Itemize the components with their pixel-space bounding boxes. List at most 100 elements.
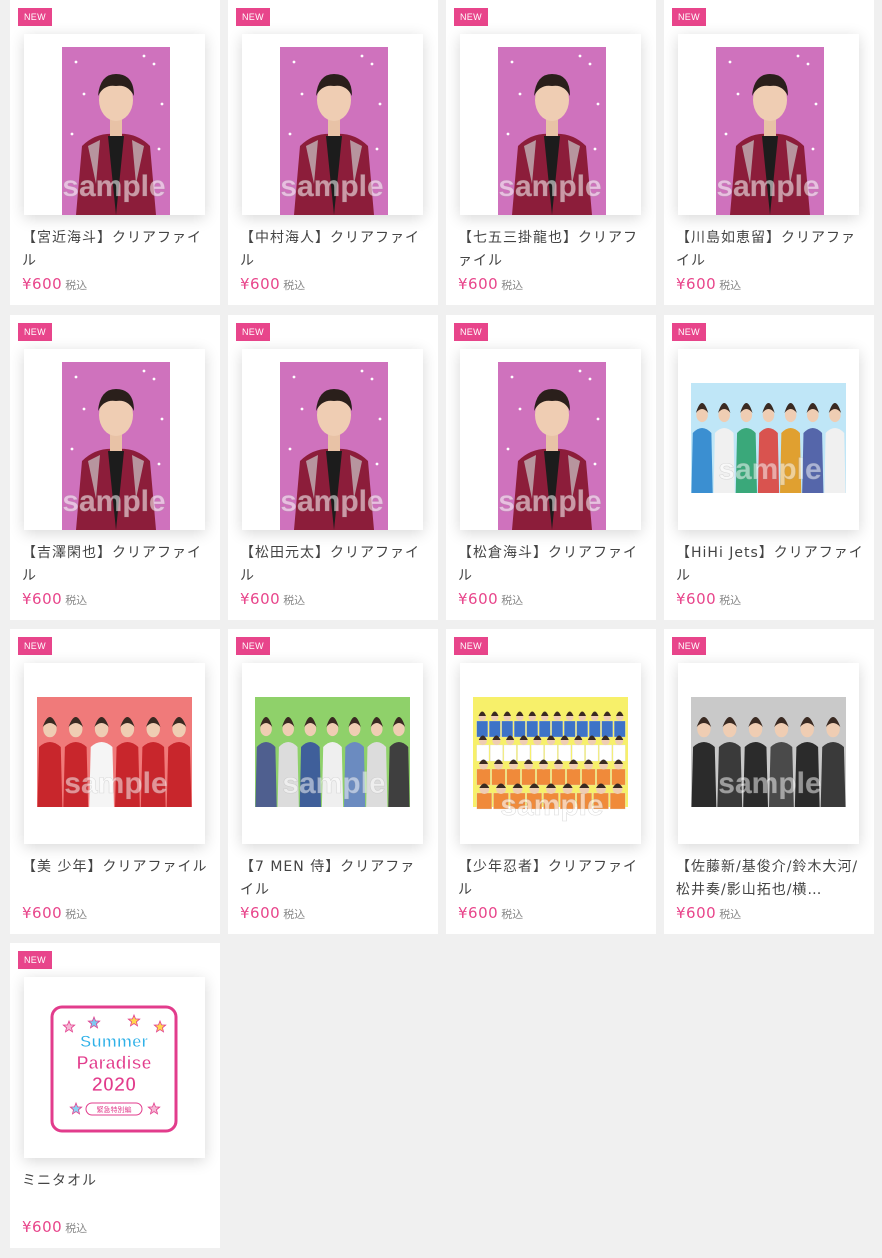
product-image[interactable]: sample	[24, 349, 205, 530]
new-badge: NEW	[454, 637, 488, 655]
product-image[interactable]: sample	[678, 663, 859, 844]
product-image[interactable]: sample	[460, 34, 641, 215]
product-image[interactable]: sample	[678, 349, 859, 530]
svg-text:2020: 2020	[92, 1074, 137, 1096]
product-price: ¥600	[676, 590, 717, 608]
product-card[interactable]: NEW sample 【美 少年】クリアファイル ¥600 税込	[10, 629, 220, 934]
new-badge: NEW	[454, 8, 488, 26]
product-title[interactable]: 【川島如恵留】クリアファイル	[676, 227, 866, 273]
product-photo: sample	[678, 663, 859, 844]
product-price: ¥600	[676, 275, 717, 293]
tax-label: 税込	[65, 908, 88, 921]
product-title[interactable]: 【美 少年】クリアファイル	[22, 856, 212, 902]
product-photo: sample	[678, 34, 859, 215]
product-title[interactable]: 【中村海人】クリアファイル	[240, 227, 430, 273]
product-image[interactable]: sample	[460, 663, 641, 844]
product-title[interactable]: 【松倉海斗】クリアファイル	[458, 542, 648, 588]
product-image[interactable]: sample	[460, 349, 641, 530]
product-image[interactable]: sample	[242, 349, 423, 530]
svg-text:sample: sample	[498, 170, 601, 203]
product-photo: sample	[24, 349, 205, 530]
price-row: ¥600 税込	[676, 272, 741, 296]
svg-text:sample: sample	[62, 170, 165, 203]
product-price: ¥600	[22, 590, 63, 608]
product-card[interactable]: NEW Summer Paradise 2020 緊急特別編 ミニタオル ¥600 税込	[10, 943, 220, 1248]
product-price: ¥600	[240, 904, 281, 922]
tax-label: 税込	[65, 594, 88, 607]
product-photo: sample	[460, 34, 641, 215]
product-price: ¥600	[676, 904, 717, 922]
new-badge: NEW	[672, 323, 706, 341]
product-title[interactable]: 【宮近海斗】クリアファイル	[22, 227, 212, 273]
svg-text:Summer: Summer	[80, 1032, 148, 1051]
tax-label: 税込	[65, 1222, 88, 1235]
price-row: ¥600 税込	[22, 272, 87, 296]
tax-label: 税込	[283, 279, 306, 292]
product-image[interactable]: Summer Paradise 2020 緊急特別編	[24, 977, 205, 1158]
svg-text:sample: sample	[718, 453, 821, 486]
tax-label: 税込	[501, 908, 524, 921]
product-card[interactable]: NEW sample 【松倉海斗】クリアファイル ¥600 税込	[446, 315, 656, 620]
svg-text:緊急特別編: 緊急特別編	[97, 1105, 132, 1114]
product-price: ¥600	[22, 1218, 63, 1236]
product-image[interactable]: sample	[678, 34, 859, 215]
svg-text:sample: sample	[280, 170, 383, 203]
tax-label: 税込	[719, 908, 742, 921]
svg-text:sample: sample	[718, 767, 821, 800]
tax-label: 税込	[283, 908, 306, 921]
product-image[interactable]: sample	[24, 663, 205, 844]
product-photo: sample	[678, 349, 859, 530]
price-row: ¥600 税込	[22, 1215, 87, 1239]
product-title[interactable]: 【七五三掛龍也】クリアファイル	[458, 227, 648, 273]
product-price: ¥600	[458, 275, 499, 293]
product-photo: sample	[24, 663, 205, 844]
price-row: ¥600 税込	[458, 272, 523, 296]
product-card[interactable]: NEW sample 【少年忍者】クリアファイル ¥600 税込	[446, 629, 656, 934]
new-badge: NEW	[18, 8, 52, 26]
product-price: ¥600	[458, 590, 499, 608]
product-card[interactable]: NEW sample 【7 MEN 侍】クリアファイル ¥600 税込	[228, 629, 438, 934]
product-card[interactable]: NEW sample 【中村海人】クリアファイル ¥600 税込	[228, 0, 438, 305]
product-price: ¥600	[22, 275, 63, 293]
product-image[interactable]: sample	[24, 34, 205, 215]
product-card[interactable]: NEW sample 【佐藤新/基俊介/鈴木大河/松井奏/影山拓也/横… ¥600 税込	[664, 629, 874, 934]
product-title[interactable]: 【少年忍者】クリアファイル	[458, 856, 648, 902]
product-title[interactable]: 【佐藤新/基俊介/鈴木大河/松井奏/影山拓也/横…	[676, 856, 866, 902]
new-badge: NEW	[18, 951, 52, 969]
product-photo: sample	[242, 349, 423, 530]
product-title[interactable]: ミニタオル	[22, 1170, 212, 1216]
product-title[interactable]: 【吉澤閑也】クリアファイル	[22, 542, 212, 588]
tax-label: 税込	[501, 279, 524, 292]
product-card[interactable]: NEW sample 【松田元太】クリアファイル ¥600 税込	[228, 315, 438, 620]
new-badge: NEW	[236, 8, 270, 26]
product-image[interactable]: sample	[242, 663, 423, 844]
svg-text:sample: sample	[716, 170, 819, 203]
product-image[interactable]: sample	[242, 34, 423, 215]
price-row: ¥600 税込	[22, 901, 87, 925]
product-card[interactable]: NEW sample 【七五三掛龍也】クリアファイル ¥600 税込	[446, 0, 656, 305]
svg-text:Paradise: Paradise	[76, 1053, 151, 1073]
product-title[interactable]: 【7 MEN 侍】クリアファイル	[240, 856, 430, 902]
product-card[interactable]: NEW sample 【宮近海斗】クリアファイル ¥600 税込	[10, 0, 220, 305]
new-badge: NEW	[454, 323, 488, 341]
product-photo: sample	[242, 663, 423, 844]
product-card[interactable]: NEW sample 【吉澤閑也】クリアファイル ¥600 税込	[10, 315, 220, 620]
product-photo: Summer Paradise2020 緊急特別編	[24, 977, 205, 1158]
product-photo: sample	[242, 34, 423, 215]
svg-text:sample: sample	[64, 767, 167, 800]
price-row: ¥600 税込	[240, 272, 305, 296]
tax-label: 税込	[65, 279, 88, 292]
new-badge: NEW	[18, 323, 52, 341]
tax-label: 税込	[283, 594, 306, 607]
price-row: ¥600 税込	[458, 587, 523, 611]
product-price: ¥600	[240, 590, 281, 608]
product-card[interactable]: NEW sample 【川島如恵留】クリアファイル ¥600 税込	[664, 0, 874, 305]
new-badge: NEW	[236, 323, 270, 341]
tax-label: 税込	[501, 594, 524, 607]
product-title[interactable]: 【HiHi Jets】クリアファイル	[676, 542, 866, 588]
product-title[interactable]: 【松田元太】クリアファイル	[240, 542, 430, 588]
product-grid: NEW sample 【宮近海斗】クリアファイル ¥600 税込 NEW sample 【中村…	[0, 0, 882, 1258]
product-photo: sample	[460, 663, 641, 844]
svg-text:sample: sample	[500, 789, 603, 822]
product-card[interactable]: NEW sample 【HiHi Jets】クリアファイル ¥600 税込	[664, 315, 874, 620]
